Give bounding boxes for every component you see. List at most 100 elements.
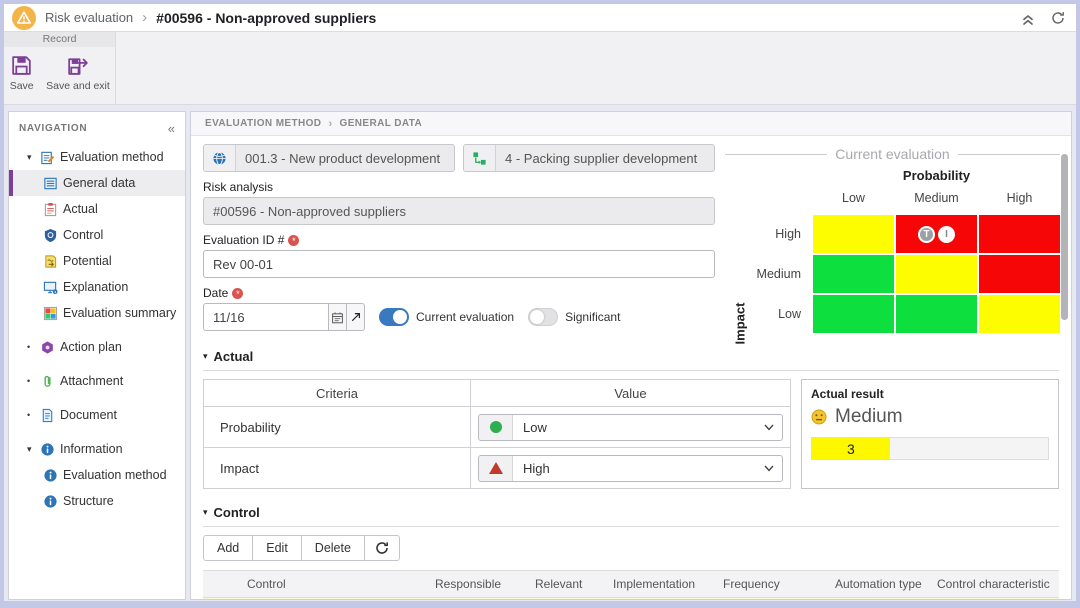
date-shortcut-button[interactable] (346, 303, 365, 331)
add-button[interactable]: Add (203, 535, 253, 561)
app-name[interactable]: Risk evaluation (45, 10, 133, 25)
date-input[interactable] (203, 303, 329, 331)
nav-item-info-structure[interactable]: Structure (9, 488, 185, 514)
attachment-paperclip-icon (40, 374, 55, 389)
save-and-exit-button[interactable]: Save and exit (42, 51, 114, 104)
potential-icon (43, 254, 58, 269)
actual-icon (43, 202, 58, 217)
evaluation-method-icon (40, 150, 55, 165)
table-row[interactable]: #00400 - Supplier evaluation James J. To… (203, 598, 1059, 601)
criteria-impact: Impact (204, 448, 471, 489)
tree-field[interactable]: 4 - Packing supplier development (463, 144, 715, 172)
general-data-form: 001.3 - New product development 4 - Pack… (203, 144, 715, 333)
control-toolbar: Add Edit Delete (203, 535, 1059, 561)
action-plan-icon (40, 340, 55, 355)
nav-item-info-evaluation-method[interactable]: Evaluation method (9, 462, 185, 488)
relevant-cell (529, 598, 607, 601)
nav-item-label: Explanation (63, 280, 128, 294)
actual-criteria-table: Criteria Value Probability Low (203, 379, 791, 489)
select-column-header (203, 571, 241, 598)
impact-level-icon (479, 456, 513, 481)
matrix-row-label: Medium (751, 255, 811, 293)
nav-item-label: Document (60, 408, 117, 422)
nav-item-general-data[interactable]: General data (9, 170, 185, 196)
chevron-down-icon (764, 465, 782, 472)
risk-matrix: Impact Probability Low Medium High High (725, 168, 1060, 333)
content-panel: EVALUATION METHOD › GENERAL DATA 0 (190, 111, 1072, 600)
risk-analysis-field: #00596 - Non-approved suppliers (203, 197, 715, 225)
section-collapse-icon: ▾ (203, 507, 208, 518)
refresh-icon[interactable] (1050, 10, 1066, 26)
edit-button[interactable]: Edit (252, 535, 302, 561)
nav-item-attachment[interactable]: • Attachment (9, 368, 185, 394)
control-section-title: Control (214, 505, 260, 520)
collapse-ribbon-icon[interactable] (1020, 10, 1036, 26)
page-title: #00596 - Non-approved suppliers (156, 10, 376, 26)
navigation-title: NAVIGATION (19, 123, 87, 134)
matrix-row-label: High (751, 215, 811, 253)
nav-item-actual[interactable]: Actual (9, 196, 185, 222)
current-evaluation-toggle-label: Current evaluation (416, 310, 514, 324)
probability-axis-label: Probability (813, 168, 1060, 183)
probability-select[interactable]: Low (478, 414, 783, 441)
control-table: Control Responsible Relevant Implementat… (203, 570, 1059, 600)
nav-item-potential[interactable]: Potential (9, 248, 185, 274)
ribbon-group-record: Record Save Save and exit (4, 32, 116, 104)
control-section-header[interactable]: ▾ Control (203, 501, 1059, 527)
nav-item-action-plan[interactable]: • Action plan (9, 334, 185, 360)
result-score-fill: 3 (812, 438, 890, 459)
significant-toggle[interactable]: Significant (528, 308, 620, 326)
globe-icon (204, 145, 236, 171)
nav-item-information[interactable]: ▾ Information (9, 436, 185, 462)
nav-item-document[interactable]: • Document (9, 402, 185, 428)
save-button[interactable]: Save (5, 51, 38, 104)
risk-analysis-label: Risk analysis (203, 180, 715, 194)
tree-bullet-icon: • (27, 410, 40, 420)
frequency-column-header: Frequency (717, 571, 829, 598)
evaluation-id-input[interactable] (203, 250, 715, 278)
current-evaluation-toggle[interactable]: Current evaluation (379, 308, 514, 326)
table-row: Impact High (204, 448, 791, 489)
structure-field[interactable]: 001.3 - New product development (203, 144, 455, 172)
actual-section-header[interactable]: ▾ Actual (203, 345, 1059, 371)
nav-item-label: Control (63, 228, 103, 242)
toggle-on-switch[interactable] (379, 308, 409, 326)
tree-expander-icon[interactable]: ▾ (27, 152, 40, 163)
toggle-off-switch[interactable] (528, 308, 558, 326)
actual-result-level: Medium (835, 406, 903, 428)
responsible-column-header: Responsible (429, 571, 529, 598)
titlebar-actions (1020, 10, 1066, 26)
nav-item-explanation[interactable]: Explanation (9, 274, 185, 300)
required-icon (232, 288, 243, 299)
app-window: Risk evaluation › #00596 - Non-approved … (0, 0, 1080, 608)
impact-axis-label: Impact (732, 303, 747, 345)
refresh-list-button[interactable] (364, 535, 400, 561)
delete-button[interactable]: Delete (301, 535, 365, 561)
neutral-face-icon (811, 409, 827, 425)
breadcrumb-separator: › (328, 118, 332, 130)
nav-item-evaluation-method[interactable]: ▾ Evaluation method (9, 144, 185, 170)
body-area: NAVIGATION « ▾ Evaluation method General… (4, 105, 1076, 601)
matrix-col-label: Medium (896, 191, 977, 213)
impact-select[interactable]: High (478, 455, 783, 482)
matrix-cell (896, 295, 977, 333)
nav-item-evaluation-summary[interactable]: Evaluation summary (9, 300, 185, 326)
impact-select-value: High (513, 461, 550, 476)
calendar-picker-button[interactable] (328, 303, 347, 331)
save-and-exit-floppy-icon (65, 53, 90, 78)
breadcrumb-item-evaluation-method[interactable]: EVALUATION METHOD (205, 118, 321, 129)
nav-collapse-icon[interactable]: « (168, 121, 175, 136)
actual-result-box: Actual result Medium 3 (801, 379, 1059, 489)
evaluation-summary-icon (43, 306, 58, 321)
nav-item-label: General data (63, 176, 135, 190)
nav-item-label: Evaluation summary (63, 306, 176, 320)
nav-item-control[interactable]: Control (9, 222, 185, 248)
current-evaluation-panel: Current evaluation Impact Probability Lo… (725, 144, 1060, 333)
tree-expander-icon[interactable]: ▾ (27, 444, 40, 455)
matrix-cell (896, 255, 977, 293)
result-score-bar: 3 (811, 437, 1049, 460)
responsible-cell: James J. Tooby (429, 598, 529, 601)
general-data-icon (43, 176, 58, 191)
save-button-label: Save (10, 80, 34, 92)
nav-item-label: Potential (63, 254, 112, 268)
